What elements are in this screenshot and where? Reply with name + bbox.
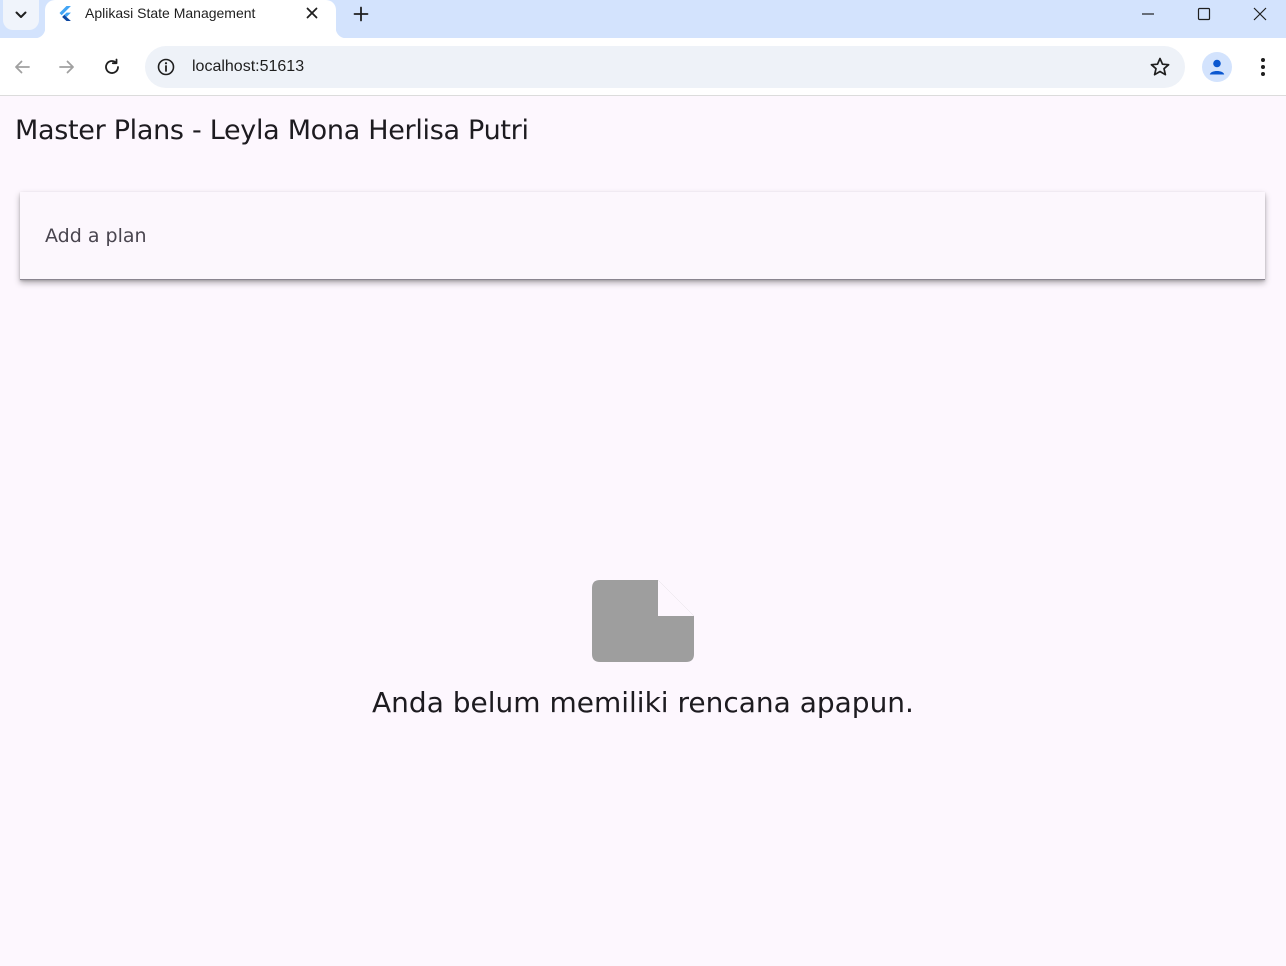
- maximize-icon: [1197, 7, 1211, 21]
- close-icon: [1253, 7, 1267, 21]
- tab-close-button[interactable]: [302, 3, 322, 23]
- chevron-down-icon: [15, 11, 27, 18]
- back-button[interactable]: [5, 50, 39, 84]
- maximize-button[interactable]: [1176, 0, 1232, 28]
- forward-button[interactable]: [50, 50, 84, 84]
- new-tab-button[interactable]: [346, 0, 376, 28]
- star-icon[interactable]: [1149, 56, 1171, 78]
- person-icon: [1209, 59, 1225, 75]
- close-icon: [306, 7, 318, 19]
- window-close-button[interactable]: [1232, 0, 1286, 28]
- page-title: Master Plans - Leyla Mona Herlisa Putri: [15, 115, 529, 146]
- add-plan-input[interactable]: [20, 192, 1265, 279]
- kebab-menu-icon: [1261, 58, 1265, 76]
- empty-message: Anda belum memiliki rencana apapun.: [372, 686, 914, 719]
- flutter-icon: [59, 6, 71, 21]
- add-plan-card: [20, 192, 1265, 280]
- arrow-right-icon: [59, 60, 74, 74]
- plus-icon: [353, 6, 369, 22]
- tab-strip: Aplikasi State Management: [0, 0, 1286, 38]
- minimize-button[interactable]: [1120, 0, 1176, 28]
- note-icon: [592, 580, 694, 662]
- minimize-icon: [1142, 13, 1154, 15]
- browser-tab[interactable]: Aplikasi State Management: [35, 0, 346, 38]
- info-icon[interactable]: [155, 56, 177, 78]
- arrow-left-icon: [15, 60, 30, 74]
- address-bar[interactable]: localhost:51613: [145, 46, 1185, 88]
- reload-icon: [105, 58, 119, 74]
- browser-toolbar: localhost:51613: [0, 38, 1286, 96]
- reload-button[interactable]: [95, 50, 129, 84]
- tab-title: Aplikasi State Management: [85, 5, 256, 21]
- browser-menu-button[interactable]: [1248, 50, 1278, 84]
- empty-state: Anda belum memiliki rencana apapun.: [0, 576, 1286, 719]
- url-text[interactable]: localhost:51613: [192, 58, 304, 76]
- profile-button[interactable]: [1202, 52, 1232, 82]
- tab-search-button[interactable]: [3, 0, 39, 30]
